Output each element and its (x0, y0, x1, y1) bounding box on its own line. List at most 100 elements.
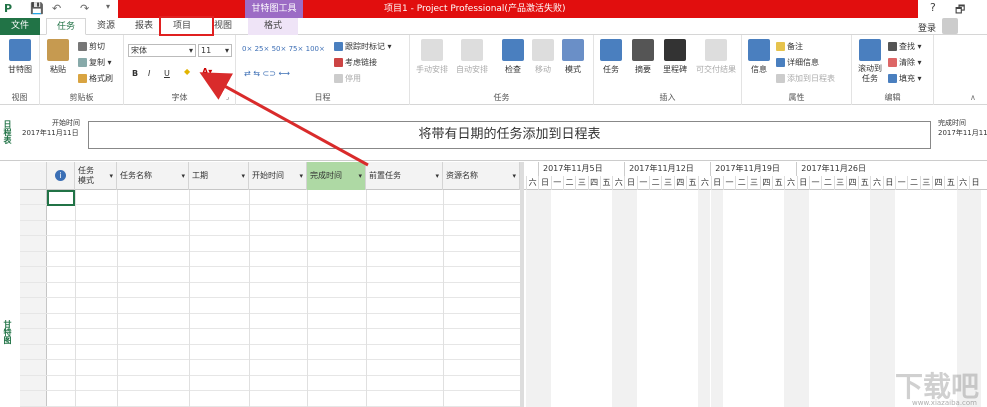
scroll-to-task-button[interactable]: 滚动到 任务 (856, 39, 884, 84)
clear-button[interactable]: 清除 ▾ (888, 57, 922, 68)
group-editing: 滚动到 任务 查找 ▾ 清除 ▾ 填充 ▾ 编辑 (852, 35, 934, 105)
move-button[interactable]: 移动 (530, 39, 556, 75)
group-schedule: 0× 25× 50× 75× 100× ⇄ ⇆ ⊂⊃ ⟷ 跟踪时标记 ▾ 考虑链… (236, 35, 410, 105)
schedule-link-icons[interactable]: ⇄ ⇆ ⊂⊃ ⟷ (244, 69, 290, 78)
pct-50-button[interactable]: 50× (272, 45, 287, 53)
font-size-select[interactable]: 11 ▾ (198, 44, 232, 57)
table-row[interactable] (20, 314, 520, 329)
indicators-header[interactable]: i (47, 162, 75, 190)
insert-task-button[interactable]: 任务 (598, 39, 624, 75)
table-row[interactable] (20, 190, 520, 205)
insert-deliverable-button[interactable]: 可交付结果 (694, 39, 738, 75)
mark-on-track-button[interactable]: 跟踪时标记 ▾ (334, 41, 392, 52)
add-to-timeline-button[interactable]: 添加到日程表 (776, 73, 835, 84)
pct-75-button[interactable]: 75× (289, 45, 304, 53)
column-header-finish[interactable]: 完成时间 ▾ (307, 162, 366, 190)
save-icon[interactable]: 💾 (30, 2, 44, 15)
manual-schedule-button[interactable]: 手动安排 (414, 39, 450, 75)
respect-links-button[interactable]: 考虑链接 (334, 57, 377, 68)
avatar[interactable] (942, 18, 958, 34)
tab-task[interactable]: 任务 (46, 18, 86, 35)
chevron-down-icon[interactable]: ▾ (512, 162, 516, 190)
copy-button[interactable]: 复制 ▾ (78, 57, 112, 68)
chevron-down-icon[interactable]: ▾ (435, 162, 439, 190)
find-button[interactable]: 查找 ▾ (888, 41, 922, 52)
column-header-predecessors[interactable]: 前置任务 ▾ (366, 162, 443, 190)
timeline-bar[interactable]: 将带有日期的任务添加到日程表 (88, 121, 931, 149)
column-header-task-mode[interactable]: 任务 模式 ▾ (75, 162, 117, 190)
tab-resource[interactable]: 资源 (88, 18, 124, 35)
grid-line (75, 190, 76, 407)
qat-customize-icon[interactable]: ▾ (106, 2, 110, 11)
insert-summary-button[interactable]: 摘要 (630, 39, 656, 75)
weekend-shading (784, 190, 797, 407)
column-header-duration[interactable]: 工期 ▾ (189, 162, 249, 190)
bold-button[interactable]: B (132, 69, 138, 78)
task-grid: i 任务 模式 ▾ 任务名称 ▾ 工期 ▾ 开始时间 ▾ 完成时间 ▾ 前置任务 ▾ 资源名称… (20, 162, 520, 407)
pct-25-button[interactable]: 25× (255, 45, 270, 53)
table-row[interactable] (20, 345, 520, 360)
chevron-down-icon[interactable]: ▾ (299, 162, 303, 190)
font-color-icon[interactable]: A▾ (202, 67, 212, 76)
add-to-timeline-label: 添加到日程表 (787, 74, 835, 83)
selected-cell[interactable] (47, 190, 75, 206)
weekend-shading (870, 190, 883, 407)
notes-button[interactable]: 备注 (776, 41, 803, 52)
mode-button[interactable]: 模式 (560, 39, 586, 75)
notes-label: 备注 (787, 42, 803, 51)
highlight-color-icon[interactable]: ◆ (184, 67, 190, 76)
chevron-down-icon[interactable]: ▾ (109, 162, 113, 190)
cut-button[interactable]: 剪切 (78, 41, 105, 52)
details-button[interactable]: 详细信息 (776, 57, 819, 68)
tab-file[interactable]: 文件 (0, 18, 40, 35)
table-row[interactable] (20, 361, 520, 376)
table-row[interactable] (20, 237, 520, 252)
brush-icon (78, 74, 87, 83)
chevron-down-icon[interactable]: ▾ (241, 162, 245, 190)
column-header-resource-names[interactable]: 资源名称 ▾ (443, 162, 520, 190)
tab-report[interactable]: 报表 (126, 18, 162, 35)
format-painter-button[interactable]: 格式刷 (78, 73, 113, 84)
table-row[interactable] (20, 268, 520, 283)
tab-format[interactable]: 格式 (248, 18, 298, 35)
information-button[interactable]: 信息 (746, 39, 772, 75)
pct-100-button[interactable]: 100× (306, 45, 325, 53)
font-name-select[interactable]: 宋体 ▾ (128, 44, 196, 57)
table-row[interactable] (20, 330, 520, 345)
inspect-button[interactable]: 检查 (500, 39, 526, 75)
chevron-down-icon[interactable]: ▾ (181, 162, 185, 190)
column-header-start[interactable]: 开始时间 ▾ (249, 162, 307, 190)
fill-button[interactable]: 填充 ▾ (888, 73, 922, 84)
table-row[interactable] (20, 376, 520, 391)
table-row[interactable] (20, 392, 520, 407)
insert-milestone-button[interactable]: 里程碑 (660, 39, 690, 75)
italic-button[interactable]: I (148, 69, 150, 78)
pct-0-button[interactable]: 0× (242, 45, 252, 53)
gantt-chart-button[interactable]: 甘特图 (5, 39, 35, 75)
inactivate-button[interactable]: 停用 (334, 73, 361, 84)
group-font-label: 字体 (171, 93, 188, 102)
collapse-ribbon-icon[interactable]: ∧ (970, 93, 976, 102)
inspect-label: 检查 (505, 65, 521, 74)
notes-icon (776, 42, 785, 51)
help-button[interactable]: ? (930, 1, 936, 14)
auto-schedule-button[interactable]: 自动安排 (454, 39, 490, 75)
title-bar: P 💾 ↶ ↷ ▾ 甘特图工具 项目1 - Project Profession… (0, 0, 987, 18)
chevron-down-icon[interactable]: ▾ (358, 162, 362, 190)
insert-milestone-label: 里程碑 (663, 65, 687, 74)
column-header-task-name[interactable]: 任务名称 ▾ (117, 162, 189, 190)
select-all-corner[interactable] (20, 162, 47, 190)
grid-body[interactable] (20, 190, 520, 407)
redo-icon[interactable]: ↷ (80, 2, 89, 15)
underline-button[interactable]: U (164, 69, 170, 78)
table-row[interactable] (20, 252, 520, 267)
signin-link[interactable]: 登录 (918, 21, 936, 34)
finish-header-label: 完成时间 (310, 171, 342, 180)
table-row[interactable] (20, 221, 520, 236)
paste-button[interactable]: 粘贴 (45, 39, 71, 75)
table-row[interactable] (20, 299, 520, 314)
table-row[interactable] (20, 206, 520, 221)
auto-schedule-label: 自动安排 (456, 65, 488, 74)
undo-icon[interactable]: ↶ (52, 2, 61, 15)
table-row[interactable] (20, 283, 520, 298)
